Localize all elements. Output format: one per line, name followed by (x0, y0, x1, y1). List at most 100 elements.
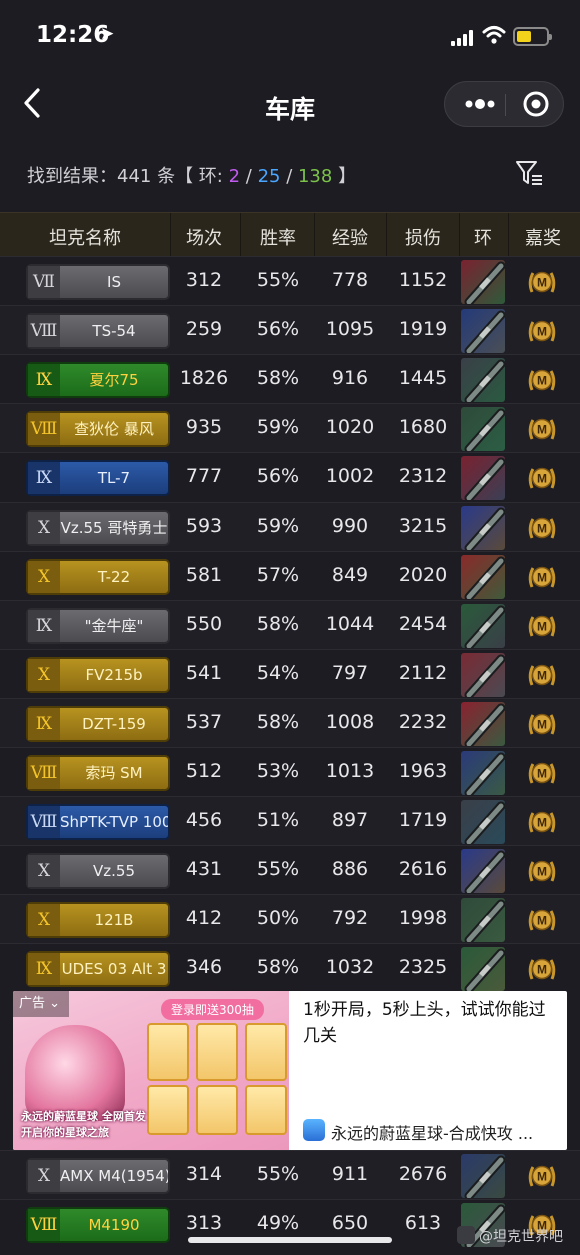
tank-name-button[interactable]: Ⅹ T-22 (26, 558, 170, 595)
mastery-medal-icon[interactable]: M (526, 512, 558, 544)
tank-name-button[interactable]: Ⅸ UDES 03 Alt 3 (26, 951, 170, 988)
gun-ring-icon[interactable] (461, 800, 505, 845)
close-miniprogram-icon[interactable] (517, 86, 555, 122)
gun-ring-icon[interactable] (461, 603, 505, 648)
mastery-medal-icon[interactable]: M (526, 953, 558, 985)
tank-tier: Ⅹ (28, 658, 60, 691)
gun-ring-icon[interactable] (461, 849, 505, 894)
winrate-value: 50% (256, 907, 300, 930)
mastery-medal-icon[interactable]: M (526, 1160, 558, 1192)
ad-banner[interactable]: 登录即送300抽 永远的蔚蓝星球 全网首发 开启你的星球之旅 广告 ⌄ 1秒开局… (13, 991, 567, 1150)
ad-description: 1秒开局，5秒上头，试试你能过几关 (303, 1000, 546, 1046)
table-row[interactable]: Ⅷ ShPTK-TVP 100 456 51% 897 1719 M (0, 796, 580, 846)
tank-name-button[interactable]: Ⅷ 查狄伦 暴风 (26, 411, 170, 448)
ad-card (196, 1023, 238, 1081)
table-row[interactable]: Ⅹ FV215b 541 54% 797 2112 M (0, 648, 580, 698)
tank-name-button[interactable]: Ⅷ ShPTK-TVP 100 (26, 804, 170, 841)
header-tank-name[interactable]: 坦克名称 (20, 224, 150, 250)
mastery-medal-icon[interactable]: M (526, 462, 558, 494)
mastery-medal-icon[interactable]: M (526, 315, 558, 347)
table-row[interactable]: Ⅸ TL-7 777 56% 1002 2312 M (0, 452, 580, 501)
header-medal[interactable]: 嘉奖 (512, 224, 574, 250)
gun-ring-icon[interactable] (461, 309, 505, 354)
mastery-medal-icon[interactable]: M (526, 659, 558, 691)
tank-name-button[interactable]: Ⅸ DZT-159 (26, 705, 170, 742)
damage-value: 2232 (398, 710, 448, 733)
mastery-medal-icon[interactable]: M (526, 561, 558, 593)
header-battles[interactable]: 场次 (173, 224, 235, 250)
tank-name-button[interactable]: Ⅸ "金牛座" (26, 607, 170, 644)
table-row[interactable]: Ⅹ 121B 412 50% 792 1998 M (0, 894, 580, 944)
table-row[interactable]: Ⅹ Vz.55 431 55% 886 2616 M (0, 845, 580, 894)
results-sep-2: / (280, 166, 298, 187)
table-row[interactable]: Ⅹ AMX M4(1954) 314 55% 911 2676 M (0, 1150, 580, 1199)
damage-value: 1919 (398, 318, 448, 341)
tank-name-button[interactable]: Ⅸ TL-7 (26, 460, 170, 497)
gun-ring-icon[interactable] (461, 407, 505, 452)
medal-letter: M (537, 325, 547, 339)
gun-ring-icon[interactable] (461, 358, 505, 403)
winrate-value: 51% (256, 809, 300, 832)
gun-ring-icon[interactable] (461, 701, 505, 746)
gun-ring-icon[interactable] (461, 260, 505, 304)
tank-name: Vz.55 哥特勇士 (60, 518, 168, 537)
battles-value: 512 (185, 760, 223, 782)
tank-name-button[interactable]: Ⅹ Vz.55 哥特勇士 (26, 509, 170, 546)
medal-letter: M (537, 963, 547, 977)
tank-name-button[interactable]: Ⅷ M4190 (26, 1207, 170, 1243)
gun-ring-icon[interactable] (461, 456, 505, 501)
battles-value: 537 (185, 710, 223, 733)
mastery-medal-icon[interactable]: M (526, 904, 558, 936)
battles-value: 314 (185, 1163, 223, 1185)
medal-letter: M (537, 570, 547, 584)
header-exp[interactable]: 经验 (318, 224, 382, 250)
mastery-medal-icon[interactable]: M (526, 757, 558, 789)
gun-ring-icon[interactable] (461, 947, 505, 992)
winrate-value: 56% (256, 465, 300, 488)
header-damage[interactable]: 损伤 (390, 224, 456, 250)
table-row[interactable]: Ⅷ 索玛 SM 512 53% 1013 1963 M (0, 747, 580, 796)
tank-name-button[interactable]: Ⅷ TS-54 (26, 313, 170, 350)
winrate-value: 53% (256, 760, 300, 782)
tank-name-button[interactable]: Ⅶ IS (26, 264, 170, 300)
mastery-medal-icon[interactable]: M (526, 610, 558, 642)
table-row[interactable]: Ⅷ TS-54 259 56% 1095 1919 M (0, 305, 580, 355)
header-ring[interactable]: 环 (462, 224, 504, 250)
gun-ring-icon[interactable] (461, 751, 505, 795)
exp-value: 797 (331, 661, 369, 684)
filter-icon[interactable] (514, 158, 544, 188)
table-row[interactable]: Ⅷ 查狄伦 暴风 935 59% 1020 1680 M (0, 403, 580, 453)
more-icon[interactable] (455, 86, 503, 122)
mastery-medal-icon[interactable]: M (526, 266, 558, 298)
table-row[interactable]: Ⅹ Vz.55 哥特勇士 593 59% 990 3215 M (0, 501, 580, 551)
results-summary: 找到结果：441 条【 环: 2 / 25 / 138 】 (27, 162, 356, 188)
tank-name-button[interactable]: Ⅹ AMX M4(1954) (26, 1158, 170, 1194)
mastery-medal-icon[interactable]: M (526, 708, 558, 740)
gun-ring-icon[interactable] (461, 898, 505, 943)
tank-name-button[interactable]: Ⅷ 索玛 SM (26, 755, 170, 791)
tank-name-button[interactable]: Ⅹ FV215b (26, 656, 170, 693)
home-indicator[interactable] (188, 1237, 392, 1243)
ad-tag[interactable]: 广告 ⌄ (13, 991, 69, 1017)
gun-ring-icon[interactable] (461, 505, 505, 550)
table-row[interactable]: Ⅸ DZT-159 537 58% 1008 2232 M (0, 697, 580, 747)
tank-name: T-22 (97, 567, 131, 586)
header-winrate[interactable]: 胜率 (245, 224, 311, 250)
table-row[interactable]: Ⅸ 夏尔75 1826 58% 916 1445 M (0, 354, 580, 403)
mastery-medal-icon[interactable]: M (526, 806, 558, 838)
tank-name-button[interactable]: Ⅹ 121B (26, 902, 170, 939)
table-row[interactable]: Ⅹ T-22 581 57% 849 2020 M (0, 550, 580, 600)
mastery-medal-icon[interactable]: M (526, 364, 558, 396)
table-row[interactable]: Ⅸ UDES 03 Alt 3 346 58% 1032 2325 M (0, 943, 580, 992)
gun-ring-icon[interactable] (461, 652, 505, 697)
gun-ring-icon[interactable] (461, 554, 505, 599)
gun-ring-icon[interactable] (461, 1154, 505, 1198)
tank-name-button[interactable]: Ⅹ Vz.55 (26, 853, 170, 890)
ad-image[interactable]: 登录即送300抽 永远的蔚蓝星球 全网首发 开启你的星球之旅 广告 ⌄ (13, 991, 289, 1150)
table-row[interactable]: Ⅸ "金牛座" 550 58% 1044 2454 M (0, 599, 580, 649)
tank-name-button[interactable]: Ⅸ 夏尔75 (26, 362, 170, 399)
table-row[interactable]: Ⅶ IS 312 55% 778 1152 M (0, 256, 580, 305)
mastery-medal-icon[interactable]: M (526, 855, 558, 887)
damage-value: 3215 (398, 514, 448, 537)
mastery-medal-icon[interactable]: M (526, 413, 558, 445)
